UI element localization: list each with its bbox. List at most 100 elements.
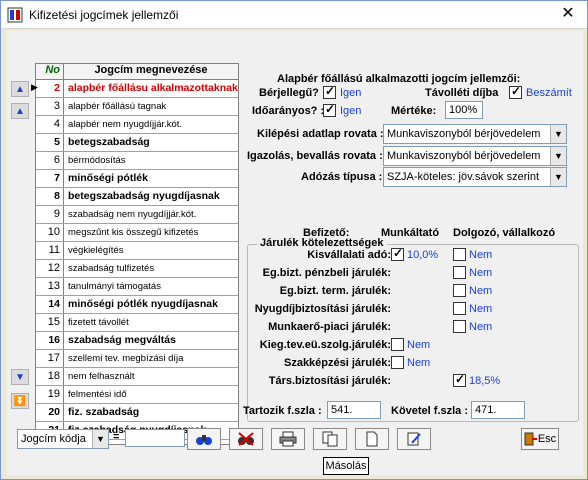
chevron-down-icon[interactable]: ▼	[550, 125, 566, 143]
contribution-label: Munkaerő-piaci járulék:	[268, 321, 391, 333]
berjellegu-checkbox[interactable]	[323, 84, 336, 99]
grid-row[interactable]: 20 fiz. szabadság	[36, 404, 238, 422]
dolgozo-checkbox[interactable]	[453, 248, 466, 261]
tartozik-field[interactable]: 541.	[327, 401, 381, 419]
igazolas-value: Munkaviszonyból bérjövedelem	[387, 150, 541, 162]
contribution-label: Nyugdíjbiztosítási járulék:	[254, 303, 391, 315]
prev-record-button[interactable]: ▲	[11, 103, 29, 119]
grid-row[interactable]: 18 nem felhasznált	[36, 368, 238, 386]
row-indicator-icon: ▶	[31, 82, 38, 92]
row-number: 17	[36, 350, 64, 367]
row-name: bérmódosítás	[68, 155, 126, 166]
dolgozo-checkbox[interactable]	[453, 372, 466, 387]
grid-row[interactable]: 3 alapbér főállású tagnak	[36, 98, 238, 116]
row-number: 10	[36, 224, 64, 241]
tavolleti-label: Távolléti díjba	[425, 87, 499, 99]
kilepesi-label: Kilépési adatlap rovata :	[257, 128, 384, 140]
kovetel-field[interactable]: 471.	[471, 401, 525, 419]
munkaltato-checkbox[interactable]	[391, 246, 404, 261]
dolgozo-checkbox[interactable]	[453, 266, 466, 279]
row-name: szellemi tev. megbízási díja	[68, 353, 184, 364]
chevron-down-icon[interactable]: ▼	[550, 147, 566, 165]
new-button[interactable]	[355, 428, 389, 450]
kilepesi-select[interactable]: Munkaviszonyból bérjövedelem ▼	[383, 124, 567, 144]
contribution-label: Eg.bizt. pénzbeli járulék:	[262, 267, 391, 279]
equals-sign: =	[113, 431, 120, 443]
kilepesi-value: Munkaviszonyból bérjövedelem	[387, 128, 541, 140]
search-input[interactable]	[125, 429, 185, 447]
tavolleti-checkbox[interactable]	[509, 84, 522, 99]
grid-row[interactable]: 10 megszűnt kis összegű kifizetés	[36, 224, 238, 242]
sort-select[interactable]: Jogcím kódja ▼	[17, 429, 109, 449]
grid-row[interactable]: 12 szabadság tulfizetés	[36, 260, 238, 278]
grid-row[interactable]: 5 betegszabadság	[36, 134, 238, 152]
row-name: felmentési idő	[68, 389, 127, 400]
munkaltato-checkbox[interactable]	[391, 356, 404, 369]
find-button[interactable]	[187, 428, 221, 450]
chevron-down-icon[interactable]: ▼	[92, 430, 108, 448]
grid-row[interactable]: 19 felmentési idő	[36, 386, 238, 404]
contribution-label: Kieg.tev.eü.szolg.járulék:	[259, 339, 391, 351]
igazolas-select[interactable]: Munkaviszonyból bérjövedelem ▼	[383, 146, 567, 166]
row-name: alapbér főállásu alkalmazottaknak	[68, 82, 238, 94]
header-no[interactable]: No	[36, 64, 64, 79]
row-number: 15	[36, 314, 64, 331]
munkaltato-value: Nem	[407, 339, 431, 351]
grid-row[interactable]: 8 betegszabadság nyugdíjasnak	[36, 188, 238, 206]
row-name: fizetett távollét	[68, 317, 129, 328]
grid-row[interactable]: 15 fizetett távollét	[36, 314, 238, 332]
idoaranyos-label: Időarányos? :	[252, 105, 325, 117]
idoaranyos-checkbox[interactable]	[323, 102, 336, 117]
adozas-select[interactable]: SZJA-köteles: jöv.sávok szerint ▼	[383, 167, 567, 187]
row-name: minőségi pótlék	[68, 172, 148, 184]
last-record-button[interactable]: ⏬	[11, 393, 29, 409]
row-number: 12	[36, 260, 64, 277]
row-number: 6	[36, 152, 64, 169]
copy-button[interactable]	[313, 428, 347, 450]
header-name[interactable]: Jogcím megnevezése	[64, 64, 238, 79]
berjellegu-label: Bérjellegű? :	[259, 87, 326, 99]
grid-row[interactable]: 6 bérmódosítás	[36, 152, 238, 170]
dolgozo-checkbox[interactable]	[453, 302, 466, 315]
grid-row[interactable]: 16 szabadság megváltás	[36, 332, 238, 350]
find-clear-button[interactable]	[229, 428, 263, 450]
merteke-field[interactable]: 100%	[445, 101, 483, 119]
details-heading: Alapbér főállású alkalmazotti jogcím jel…	[277, 73, 521, 85]
edit-icon	[407, 432, 421, 446]
col-dolgozo: Dolgozó, vállalkozó	[453, 227, 556, 239]
copy-icon	[322, 431, 338, 447]
print-button[interactable]	[271, 428, 305, 450]
jogcim-grid[interactable]: No Jogcím megnevezése 2 alapbér főállásu …	[35, 63, 239, 445]
grid-row[interactable]: 4 alapbér nem nyugdíjjár.kót.	[36, 116, 238, 134]
grid-row[interactable]: 2 alapbér főállásu alkalmazottaknak	[36, 80, 238, 98]
row-name: megszűnt kis összegű kifizetés	[68, 227, 199, 238]
first-record-button[interactable]: ▲	[11, 81, 29, 97]
row-name: betegszabadság	[68, 136, 150, 148]
row-number: 20	[36, 404, 64, 421]
adozas-label: Adózás típusa :	[301, 171, 383, 183]
close-button[interactable]: ✕	[555, 4, 581, 24]
chevron-down-icon[interactable]: ▼	[550, 168, 566, 186]
col-munkaltato: Munkáltató	[381, 227, 440, 239]
row-number: 19	[36, 386, 64, 403]
merteke-label: Mértéke:	[391, 105, 437, 117]
grid-row[interactable]: 13 tanulmányi támogatás	[36, 278, 238, 296]
dolgozo-checkbox[interactable]	[453, 320, 466, 333]
grid-row[interactable]: 7 minőségi pótlék	[36, 170, 238, 188]
tavolleti-value: Beszámít	[526, 87, 572, 99]
edit-button[interactable]	[397, 428, 431, 450]
next-record-button[interactable]: ▼	[11, 369, 29, 385]
contribution-label: Társ.biztosítási járulék:	[268, 375, 391, 387]
dolgozo-checkbox[interactable]	[453, 284, 466, 297]
grid-row[interactable]: 9 szabadság nem nyugdíjjár.kót.	[36, 206, 238, 224]
grid-header: No Jogcím megnevezése	[36, 64, 238, 80]
exit-door-icon	[524, 432, 537, 446]
munkaltato-checkbox[interactable]	[391, 338, 404, 351]
copy-tooltip: Másolás	[323, 457, 369, 475]
grid-row[interactable]: 17 szellemi tev. megbízási díja	[36, 350, 238, 368]
binoculars-icon	[196, 435, 212, 445]
grid-row[interactable]: 14 minőségi pótlék nyugdíjasnak	[36, 296, 238, 314]
app-icon	[7, 7, 23, 23]
exit-button[interactable]: Esc	[521, 428, 559, 450]
grid-row[interactable]: 11 végkielégítés	[36, 242, 238, 260]
